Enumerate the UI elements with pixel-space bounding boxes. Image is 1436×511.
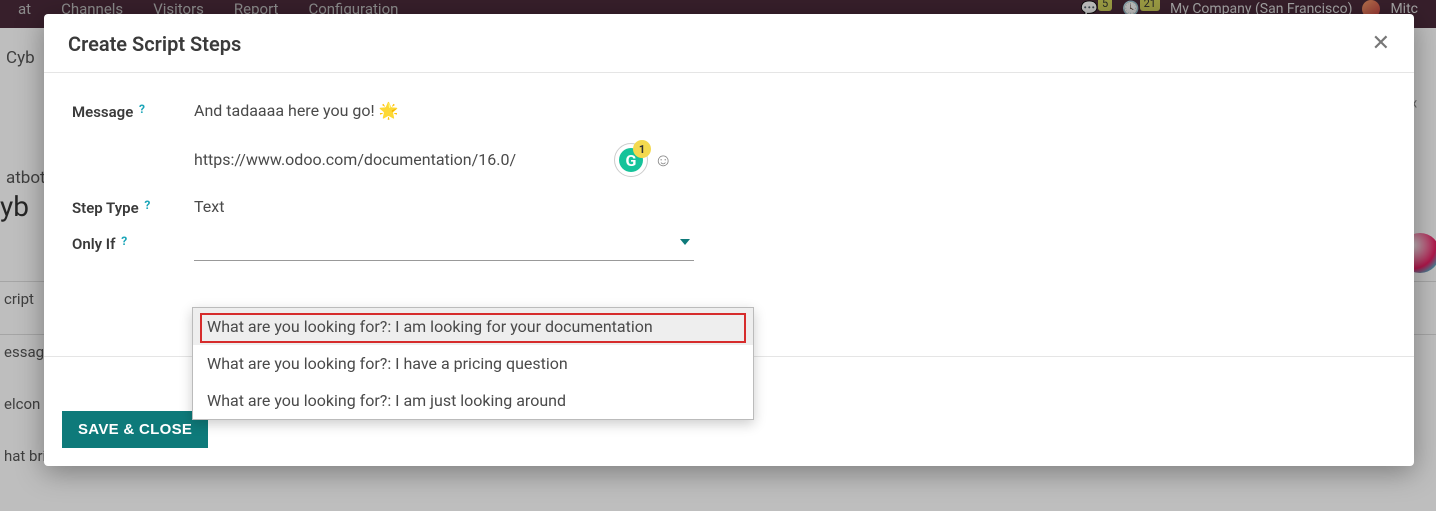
- dropdown-option-documentation[interactable]: What are you looking for?: I am looking …: [193, 308, 753, 345]
- save-and-close-button[interactable]: SAVE & CLOSE: [62, 411, 208, 448]
- message-line-1: And tadaaaa here you go! 🌟: [194, 101, 1386, 120]
- field-message: Message ? And tadaaaa here you go! 🌟 htt…: [72, 101, 1386, 169]
- chevron-down-icon[interactable]: [680, 239, 690, 245]
- emoji-picker-icon[interactable]: ☺: [654, 150, 672, 171]
- help-icon[interactable]: ?: [121, 234, 127, 248]
- modal-title: Create Script Steps: [68, 32, 241, 56]
- message-value[interactable]: And tadaaaa here you go! 🌟 https://www.o…: [194, 101, 1386, 169]
- help-icon[interactable]: ?: [139, 102, 145, 116]
- label-step-type: Step Type: [72, 199, 139, 217]
- modal-header: Create Script Steps ✕: [44, 14, 1414, 73]
- nav-home-cut: at: [18, 0, 31, 18]
- chat-badge: 5: [1098, 0, 1112, 11]
- modal-create-script-steps: Create Script Steps ✕ Message ? And tada…: [44, 14, 1414, 466]
- field-step-type: Step Type ? Text: [72, 197, 1386, 217]
- dropdown-option-pricing[interactable]: What are you looking for?: I have a pric…: [193, 345, 753, 382]
- close-icon[interactable]: ✕: [1372, 33, 1390, 55]
- modal-body: Message ? And tadaaaa here you go! 🌟 htt…: [44, 73, 1414, 397]
- label-only-if: Only If: [72, 235, 115, 253]
- grammarly-icon[interactable]: G 1: [614, 143, 648, 177]
- help-icon[interactable]: ?: [144, 198, 150, 212]
- activity-badge: 21: [1140, 0, 1160, 11]
- dropdown-option-looking-around[interactable]: What are you looking for?: I am just loo…: [193, 382, 753, 419]
- grammarly-count: 1: [633, 140, 651, 158]
- step-type-value[interactable]: Text: [194, 197, 1386, 216]
- only-if-dropdown: What are you looking for?: I am looking …: [192, 307, 754, 420]
- label-message: Message: [72, 103, 133, 121]
- field-only-if: Only If ?: [72, 233, 1386, 261]
- message-line-2: https://www.odoo.com/documentation/16.0/: [194, 150, 1386, 169]
- only-if-input[interactable]: [194, 233, 694, 261]
